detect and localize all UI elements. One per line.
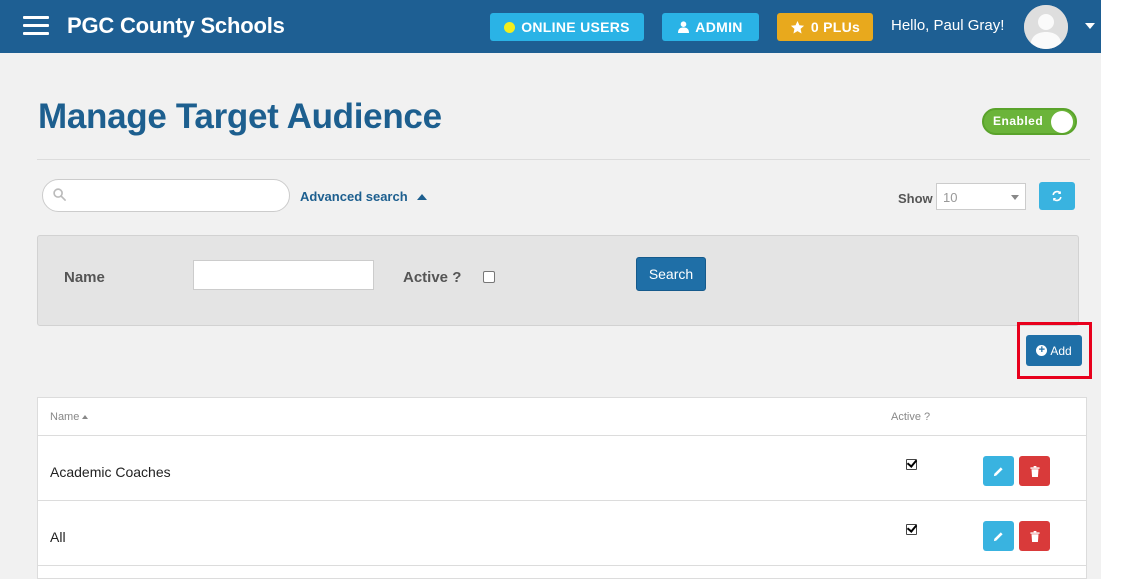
edit-button[interactable] [983,456,1014,486]
search-icon [53,188,66,201]
page-size-select[interactable]: 10 [936,183,1026,210]
page-size-value: 10 [943,190,958,205]
pencil-icon [993,531,1003,541]
app-title: PGC County Schools [67,13,285,38]
user-name: Paul Gray! [933,17,1005,34]
user-greeting: Hello, Paul Gray! [891,17,1004,34]
enabled-toggle[interactable]: Enabled [982,108,1077,135]
active-filter-label: Active ? [403,269,462,286]
column-header-name[interactable]: Name [50,411,89,423]
online-users-button[interactable]: ONLINE USERS [490,13,644,41]
delete-button[interactable] [1019,521,1050,551]
search-button[interactable]: Search [636,257,706,291]
name-filter-input[interactable] [193,260,374,290]
hamburger-menu-icon[interactable] [23,16,49,36]
avatar[interactable] [1024,5,1068,49]
main-content: Manage Target Audience Enabled Advanced … [0,53,1101,579]
add-button[interactable]: + Add [1026,335,1082,366]
show-label: Show [898,191,933,206]
top-navbar: PGC County Schools ONLINE USERS ADMIN 0 … [0,0,1101,53]
search-box [42,179,290,212]
advanced-search-label: Advanced search [300,189,408,204]
plus-circle-icon: + [1036,345,1048,356]
window-gutter [1101,0,1124,579]
add-button-label: Add [1050,343,1072,358]
row-name: All [50,529,66,545]
delete-button[interactable] [1019,456,1050,486]
trash-icon [1029,465,1040,477]
sort-asc-icon [82,415,89,419]
table-row: All [38,501,1086,566]
target-audience-table: Name Active ? Academic Coaches All [37,397,1087,579]
advanced-search-panel: Name Active ? Search [37,235,1079,326]
table-header: Name Active ? [38,398,1086,436]
toggle-label: Enabled [993,114,1044,128]
name-filter-label: Name [64,269,105,286]
user-menu-chevron-down-icon[interactable] [1085,23,1095,29]
active-checkmark-icon [906,459,917,470]
toggle-knob [1051,111,1073,133]
star-icon [790,20,804,33]
user-icon [678,21,690,33]
pencil-icon [993,466,1003,476]
edit-button[interactable] [983,521,1014,551]
plus-points-button[interactable]: 0 PLUs [777,13,873,41]
plus-points-label: 0 PLUs [810,19,861,35]
page-title: Manage Target Audience [38,97,442,136]
chevron-up-icon [416,193,427,200]
active-checkmark-icon [906,524,917,535]
refresh-button[interactable] [1039,182,1075,210]
search-input[interactable] [75,184,280,208]
online-status-dot-icon [504,21,516,33]
trash-icon [1029,530,1040,542]
select-caret-icon [1011,195,1019,200]
column-header-active: Active ? [891,411,931,423]
greeting-text: Hello, [891,17,934,34]
table-row: Academic Coaches [38,436,1086,501]
admin-label: ADMIN [695,19,743,35]
default-avatar-icon [1024,5,1068,49]
title-divider [37,159,1090,160]
column-header-name-label: Name [50,411,80,423]
advanced-search-toggle[interactable]: Advanced search [300,189,427,204]
active-filter-checkbox[interactable] [483,271,495,283]
admin-button[interactable]: ADMIN [662,13,759,41]
refresh-icon [1052,190,1062,202]
row-name: Academic Coaches [50,464,171,480]
online-users-label: ONLINE USERS [521,19,630,35]
